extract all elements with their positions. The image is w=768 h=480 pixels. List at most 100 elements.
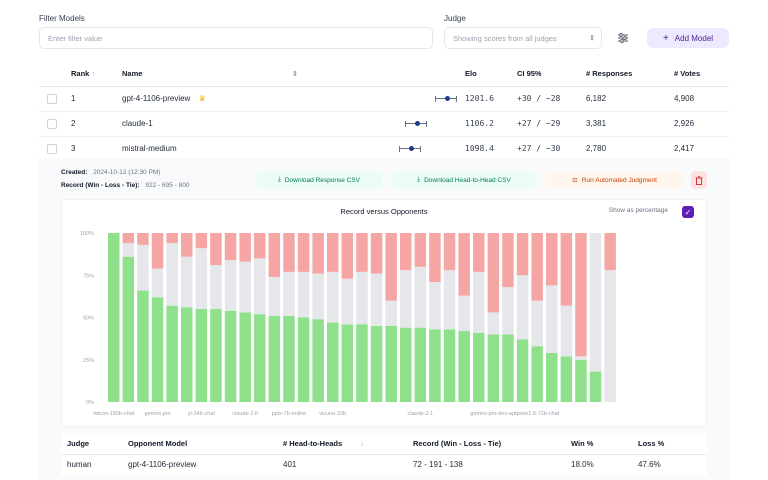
tie-bar bbox=[560, 305, 573, 357]
win-bar bbox=[385, 325, 397, 402]
tie-bar bbox=[356, 271, 368, 325]
win-bar bbox=[487, 334, 500, 402]
loss-bar bbox=[151, 233, 164, 269]
record-chart-card: Record versus Opponents Show as percenta… bbox=[61, 199, 707, 427]
tie-bar bbox=[443, 270, 456, 330]
judge-select[interactable]: Showing scores from all judges ⇕ bbox=[444, 27, 602, 49]
tie-bar bbox=[283, 271, 295, 316]
loss-bar bbox=[181, 233, 193, 257]
col-rank[interactable]: Rank bbox=[71, 69, 89, 78]
chevron-updown-icon: ⇕ bbox=[589, 35, 595, 42]
loss-bar bbox=[268, 233, 281, 277]
col-votes-label: # Votes bbox=[674, 68, 701, 78]
loss-bar bbox=[341, 233, 354, 279]
ci-plot bbox=[433, 95, 459, 102]
download-response-csv-button[interactable]: ⤓ Download Response CSV bbox=[256, 171, 382, 189]
crown-icon: ♛ bbox=[198, 94, 206, 103]
col-win[interactable]: Win % bbox=[571, 439, 593, 448]
loss-bar bbox=[312, 233, 324, 274]
win-bar bbox=[181, 307, 193, 402]
win-bar bbox=[516, 339, 529, 402]
table-row[interactable]: 2 claude-1 1106.2 +27 / −29 3,381 2,926 bbox=[39, 111, 729, 136]
sort-asc-icon[interactable]: ↑ bbox=[91, 71, 95, 78]
tie-bar bbox=[589, 233, 602, 372]
table-row[interactable]: 1 gpt-4-1106-preview ♛ 1201.6 +30 / −28 … bbox=[39, 86, 729, 111]
tie-bar bbox=[239, 261, 251, 313]
add-model-button[interactable]: + Add Model bbox=[647, 28, 729, 48]
win-bar bbox=[254, 314, 266, 402]
win-bar bbox=[195, 309, 208, 402]
loss-bar bbox=[604, 233, 616, 271]
col-responses[interactable]: # Responses bbox=[586, 61, 674, 86]
col-h2h[interactable]: # Head-to-Heads bbox=[283, 439, 342, 448]
win-bar bbox=[502, 334, 514, 402]
col-elo[interactable]: Elo bbox=[465, 61, 517, 86]
col-loss[interactable]: Loss % bbox=[638, 439, 664, 448]
opponent-cell: gpt-4-1106-preview bbox=[128, 460, 197, 470]
win-bar bbox=[151, 297, 164, 402]
loss-bar bbox=[400, 233, 412, 271]
run-automated-judgment-button[interactable]: ⚖ Run Automated Judgment bbox=[546, 171, 683, 189]
delete-model-button[interactable] bbox=[691, 171, 707, 189]
y-tick-label: 25% bbox=[83, 358, 94, 364]
sort-desc-icon[interactable]: ↓ bbox=[360, 441, 364, 448]
ci-cell: +30 / −28 bbox=[517, 94, 561, 103]
x-tick-label: gemini-pro-dev-api bbox=[470, 411, 516, 417]
ci-plot bbox=[397, 145, 423, 152]
row-checkbox[interactable] bbox=[47, 118, 57, 129]
loss-bar bbox=[546, 233, 558, 286]
win-bar bbox=[283, 315, 295, 402]
loss-bar bbox=[487, 233, 500, 313]
tie-bar bbox=[385, 300, 397, 326]
record-info: Record (Win - Loss - Tie): 922 - 695 - 8… bbox=[61, 182, 189, 189]
row-checkbox[interactable] bbox=[47, 93, 57, 104]
loss-bar bbox=[122, 233, 135, 244]
table-row[interactable]: human gpt-4-1106-preview 401 72 - 191 - … bbox=[61, 454, 707, 475]
filter-input[interactable]: Enter filter value bbox=[39, 27, 433, 49]
tie-bar bbox=[531, 300, 543, 347]
col-name-label: Name bbox=[122, 68, 143, 78]
loss-bar bbox=[356, 233, 368, 272]
win-bar bbox=[210, 309, 222, 402]
x-tick-label: falcon-180b-chat bbox=[93, 411, 134, 417]
col-judge[interactable]: Judge bbox=[67, 439, 89, 448]
x-tick-label: claude-2.1 bbox=[408, 411, 434, 417]
model-name: claude-1 bbox=[122, 119, 153, 128]
tie-bar bbox=[546, 285, 558, 353]
tie-bar bbox=[341, 278, 354, 325]
elo-cell: 1106.2 bbox=[465, 119, 494, 128]
download-h2h-csv-label: Download Head-to-Head CSV bbox=[424, 176, 511, 184]
sliders-icon[interactable] bbox=[614, 29, 632, 47]
col-ci[interactable]: CI 95% bbox=[517, 61, 586, 86]
x-tick-label: qwen1.5-72b-chat bbox=[515, 411, 560, 417]
col-record[interactable]: Record (Win - Loss - Tie) bbox=[413, 439, 501, 448]
col-votes[interactable]: # Votes bbox=[674, 61, 729, 86]
filter-placeholder: Enter filter value bbox=[48, 33, 103, 43]
win-bar bbox=[297, 317, 310, 402]
win-bar bbox=[473, 332, 485, 402]
tie-bar bbox=[370, 273, 383, 326]
loss-bar bbox=[443, 233, 456, 271]
trash-icon bbox=[695, 175, 703, 185]
y-tick-label: 100% bbox=[80, 231, 94, 237]
row-checkbox[interactable] bbox=[47, 143, 57, 154]
download-response-csv-label: Download Response CSV bbox=[284, 176, 361, 184]
record-value: 922 - 695 - 800 bbox=[145, 182, 190, 189]
y-tick-label: 75% bbox=[83, 273, 94, 279]
tie-bar bbox=[400, 270, 412, 328]
created-label: Created: bbox=[61, 169, 88, 176]
ci-plot bbox=[403, 120, 429, 127]
run-automated-judgment-label: Run Automated Judgment bbox=[581, 176, 657, 184]
tie-bar bbox=[487, 312, 500, 335]
win-bar bbox=[531, 346, 543, 402]
download-h2h-csv-button[interactable]: ⤓ Download Head-to-Head CSV bbox=[392, 171, 536, 189]
win-bar bbox=[443, 329, 456, 402]
win-bar bbox=[137, 290, 149, 402]
col-name[interactable]: Name bbox=[122, 61, 292, 86]
col-opponent[interactable]: Opponent Model bbox=[128, 439, 187, 448]
models-table: Rank ↑ Name ⇕ Elo CI 95% # Responses # V… bbox=[39, 61, 729, 162]
sort-icon[interactable]: ⇕ bbox=[292, 71, 298, 78]
win-bar bbox=[108, 233, 120, 402]
win-bar bbox=[560, 356, 573, 402]
judge-select-value: Showing scores from all judges bbox=[453, 33, 557, 43]
